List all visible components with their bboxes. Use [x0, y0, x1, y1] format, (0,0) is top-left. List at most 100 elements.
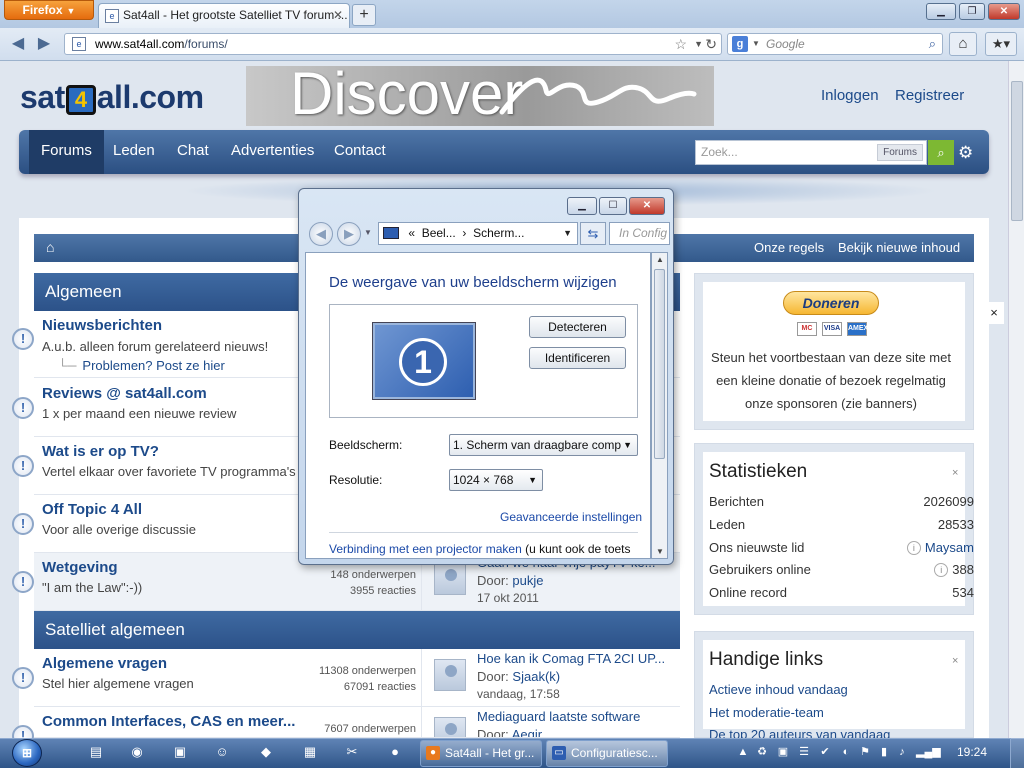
- close-window-button[interactable]: ✕: [988, 3, 1020, 20]
- task-control-panel[interactable]: ▭ Configuratiesc...: [546, 740, 668, 767]
- forward-icon[interactable]: ▶: [34, 33, 54, 55]
- site-logo[interactable]: sat 4 all.com: [20, 72, 204, 122]
- terminal-icon[interactable]: ▣: [170, 742, 190, 762]
- breadcrumb-item[interactable]: Beel...: [422, 226, 456, 240]
- useful-link[interactable]: De top 20 auteurs van vandaag: [709, 727, 890, 738]
- forum-title[interactable]: Wetgeving: [42, 559, 118, 576]
- avatar[interactable]: [434, 563, 466, 595]
- last-post-title[interactable]: Mediaguard laatste software: [477, 709, 640, 724]
- close-icon[interactable]: ×: [952, 467, 958, 479]
- rules-link[interactable]: Onze regels: [754, 240, 824, 255]
- start-button[interactable]: ⊞: [8, 738, 48, 768]
- game-icon[interactable]: ☺: [212, 742, 232, 762]
- new-content-link[interactable]: Bekijk nieuwe inhoud: [838, 240, 960, 255]
- login-link[interactable]: Inloggen: [821, 87, 879, 104]
- tray-app-icon[interactable]: ☰: [797, 745, 811, 759]
- search-icon[interactable]: ⌕: [929, 34, 936, 54]
- forum-row[interactable]: Common Interfaces, CAS en meer... 7607 o…: [34, 707, 680, 738]
- author-link[interactable]: Aegir: [512, 727, 542, 737]
- tools-icon[interactable]: ✂: [342, 742, 362, 762]
- nav-leden[interactable]: Leden: [101, 130, 167, 174]
- restore-window-button[interactable]: ❐: [959, 3, 985, 20]
- forum-search-input[interactable]: Zoek... Forums: [695, 140, 927, 165]
- reload-icon[interactable]: ↻: [705, 34, 717, 54]
- network-signal-icon[interactable]: ▂▄▆: [916, 745, 941, 759]
- dialog-scrollbar[interactable]: ▲ ▼: [651, 252, 668, 559]
- advertisement-banner[interactable]: Discover: [246, 66, 714, 126]
- detect-button[interactable]: Detecteren: [529, 316, 626, 338]
- minimize-window-button[interactable]: ▁: [926, 3, 956, 20]
- resolution-select[interactable]: 1024 × 768 ▼: [449, 469, 543, 491]
- tray-expand-icon[interactable]: ▲: [736, 745, 750, 759]
- nav-forums[interactable]: Forums: [29, 130, 104, 174]
- recent-pages-dropdown-icon[interactable]: ▼: [364, 228, 372, 237]
- history-dropdown-icon[interactable]: ▼: [694, 34, 703, 54]
- action-center-icon[interactable]: ⚑: [858, 745, 872, 759]
- subforum-link[interactable]: └─ Problemen? Post ze hier: [58, 358, 225, 373]
- section-header-satelliet-algemeen[interactable]: Satelliet algemeen: [34, 611, 680, 649]
- breadcrumb-item[interactable]: Scherm...: [473, 226, 524, 240]
- donate-button[interactable]: Doneren: [783, 291, 879, 315]
- close-tab-icon[interactable]: ✕: [333, 4, 343, 27]
- dialog-minimize-button[interactable]: ▁: [567, 197, 597, 215]
- breadcrumb[interactable]: « Beel... › Scherm... ▼: [378, 222, 578, 245]
- media-player-icon[interactable]: ◉: [127, 742, 147, 762]
- last-post-title[interactable]: Hoe kan ik Comag FTA 2CI UP...: [477, 651, 665, 666]
- tab-sat4all[interactable]: e Sat4all - Het grootste Satelliet TV fo…: [98, 3, 350, 28]
- avatar[interactable]: [434, 717, 466, 737]
- browser-search-input[interactable]: g ▼ Google ⌕: [727, 33, 943, 55]
- projector-link[interactable]: Verbinding met een projector maken: [329, 542, 522, 556]
- home-icon[interactable]: ⌂: [46, 239, 54, 255]
- new-tab-button[interactable]: +: [352, 4, 376, 26]
- network-app-icon[interactable]: ◆: [256, 742, 276, 762]
- avatar[interactable]: [434, 659, 466, 691]
- power-icon[interactable]: ▮: [877, 745, 891, 759]
- scroll-up-icon[interactable]: ▲: [656, 255, 664, 264]
- forum-title[interactable]: Nieuwsberichten: [42, 317, 162, 334]
- forum-title[interactable]: Wat is er op TV?: [42, 443, 159, 460]
- nav-advertenties[interactable]: Advertenties: [219, 130, 326, 174]
- search-engine-dropdown-icon[interactable]: ▼: [752, 34, 760, 54]
- forum-title[interactable]: Algemene vragen: [42, 655, 167, 672]
- tray-app-icon[interactable]: ♻: [755, 745, 769, 759]
- search-scope-tag[interactable]: Forums: [877, 144, 923, 161]
- show-desktop-button[interactable]: [1010, 738, 1024, 768]
- firefox-menu-button[interactable]: Firefox ▼: [4, 0, 94, 20]
- info-icon[interactable]: i: [906, 541, 921, 555]
- dialog-close-button[interactable]: ✕: [629, 197, 665, 215]
- subforum-label[interactable]: Problemen? Post ze hier: [82, 358, 224, 373]
- forum-title[interactable]: Reviews @ sat4all.com: [42, 385, 207, 402]
- forward-icon[interactable]: ▶: [337, 222, 361, 246]
- breadcrumb-dropdown-icon[interactable]: ▼: [563, 223, 572, 244]
- forum-title[interactable]: Off Topic 4 All: [42, 501, 142, 518]
- monitor-preview[interactable]: 1: [373, 323, 475, 399]
- close-icon[interactable]: ×: [952, 655, 958, 667]
- site-identity-icon[interactable]: e: [72, 37, 86, 51]
- identify-button[interactable]: Identificeren: [529, 347, 626, 369]
- volume-icon[interactable]: ♪: [895, 745, 909, 759]
- register-link[interactable]: Registreer: [895, 87, 964, 104]
- nav-chat[interactable]: Chat: [165, 130, 221, 174]
- paint-icon[interactable]: ▦: [300, 742, 320, 762]
- google-icon[interactable]: g: [732, 36, 748, 52]
- dialog-maximize-button[interactable]: ☐: [599, 197, 627, 215]
- address-bar[interactable]: e www.sat4all.com/forums/ ☆ ▼ ↻: [64, 33, 722, 55]
- back-icon[interactable]: ◀: [309, 222, 333, 246]
- gear-icon[interactable]: ⚙: [958, 140, 973, 165]
- info-icon[interactable]: i: [934, 563, 949, 577]
- newest-member-link[interactable]: Maysam: [925, 540, 974, 555]
- author-link[interactable]: pukje: [512, 573, 543, 588]
- scroll-down-icon[interactable]: ▼: [656, 547, 664, 556]
- scrollbar-thumb[interactable]: [654, 269, 665, 459]
- display-select[interactable]: 1. Scherm van draagbare comp ▼: [449, 434, 638, 456]
- forum-row[interactable]: Algemene vragen Stel hier algemene vrage…: [34, 649, 680, 707]
- task-firefox[interactable]: ● Sat4all - Het gr...: [420, 740, 542, 767]
- author-link[interactable]: Sjaak(k): [512, 669, 560, 684]
- refresh-icon[interactable]: ⇆: [580, 222, 606, 245]
- control-panel-search-input[interactable]: In Config: [609, 222, 670, 245]
- breadcrumb-separator[interactable]: ›: [462, 226, 466, 240]
- newest-member[interactable]: i Maysam: [906, 540, 974, 555]
- useful-link[interactable]: Het moderatie-team: [709, 705, 824, 720]
- close-icon[interactable]: ×: [984, 302, 1004, 324]
- nav-contact[interactable]: Contact: [322, 130, 398, 174]
